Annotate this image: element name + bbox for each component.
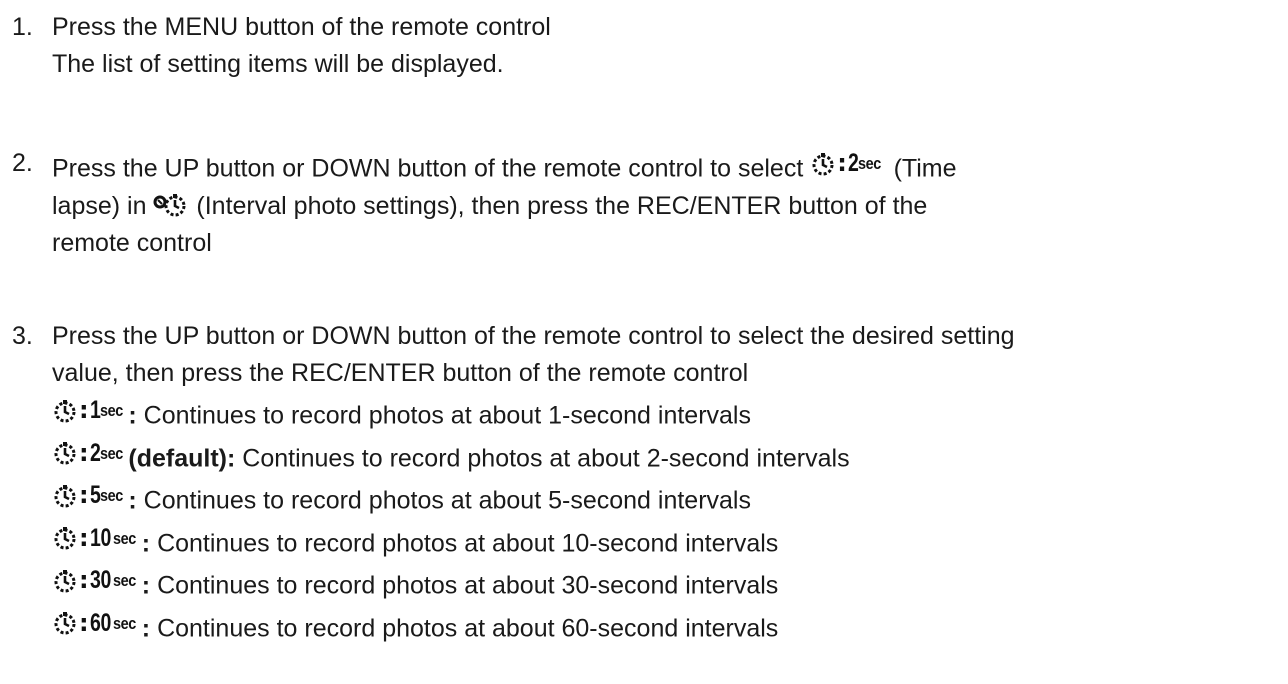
badge-unit: sec [112, 613, 136, 633]
step-instruction-line: Press the UP button or DOWN button of th… [52, 145, 1288, 188]
instruction-text: (Time [893, 154, 957, 183]
step-2: 2. Press the UP button or DOWN button of… [12, 145, 1288, 262]
option-label-suffix: : [141, 529, 151, 557]
option-label-suffix: : [141, 614, 151, 642]
timelapse-5sec-badge: :5 sec [52, 477, 126, 514]
step-3: 3. Press the UP button or DOWN button of… [12, 318, 1288, 647]
timelapse-timer-icon [54, 399, 76, 422]
timelapse-2sec-badge: :2 sec [52, 435, 126, 472]
interval-photo-settings-icon [153, 193, 186, 216]
step-instruction: Press the UP button or DOWN button of th… [52, 322, 1015, 350]
badge-value: 2 [90, 438, 101, 467]
timelapse-10sec-badge: :10 sec [52, 520, 140, 557]
step-instruction: value, then press the REC/ENTER button o… [52, 359, 749, 387]
option-label-suffix: : [141, 571, 151, 600]
instruction-text: (Interval photo settings), then press th… [196, 191, 928, 220]
step-1: 1. Press the MENU button of the remote c… [12, 9, 1288, 83]
option-label-suffix: : [128, 401, 137, 430]
badge-value: 60 [90, 608, 112, 637]
step-body: Press the UP button or DOWN button of th… [52, 145, 1288, 262]
instruction-text: Press the UP button or DOWN button of th… [52, 154, 811, 183]
interval-option-30sec: :30 sec: Continues to record photos at ab… [52, 562, 1288, 605]
timelapse-2sec-badge: : 2 sec [810, 145, 884, 182]
step-instruction-line: remote control [52, 228, 212, 257]
step-number: 3. [12, 322, 33, 350]
badge-unit: sec [112, 571, 136, 590]
option-label-suffix: (default): [128, 444, 236, 472]
timelapse-30sec-badge: :30 sec [52, 562, 140, 599]
step-instruction: Press the MENU button of the remote cont… [52, 13, 551, 41]
interval-options-list: :1 sec: Continues to record photos at abo… [52, 392, 1288, 647]
interval-option-1sec: :1 sec: Continues to record photos at abo… [52, 392, 1288, 435]
timelapse-timer-icon [812, 152, 834, 175]
interval-option-5sec: :5 sec: Continues to record photos at abo… [52, 477, 1288, 520]
timelapse-timer-icon [54, 569, 76, 592]
badge-value: 5 [90, 481, 101, 509]
step-body: Press the MENU button of the remote cont… [52, 9, 1288, 83]
step-body: Press the UP button or DOWN button of th… [52, 318, 1288, 647]
option-description: Continues to record photos at about 5-se… [136, 486, 751, 515]
badge-unit: sec [99, 443, 123, 463]
badge-unit: sec [99, 486, 123, 505]
badge-unit: sec [857, 154, 881, 173]
interval-option-10sec: :10 sec: Continues to record photos at ab… [52, 520, 1288, 563]
timelapse-60sec-badge: :60 sec [52, 605, 140, 642]
step-number: 2. [12, 149, 33, 177]
timelapse-timer-icon [54, 527, 76, 550]
badge-unit: sec [112, 528, 136, 548]
option-description: Continues to record photos at about 30-s… [150, 571, 779, 600]
interval-option-2sec: :2 sec (default): Continues to record phot… [52, 435, 1288, 478]
step-note: The list of setting items will be displa… [52, 50, 504, 78]
timelapse-timer-icon [54, 612, 76, 635]
badge-unit: sec [99, 401, 123, 420]
timelapse-timer-icon [54, 442, 76, 465]
step-instruction-line: lapse) in (Interval photo settings), the… [52, 188, 1288, 225]
badge-value: 10 [90, 523, 112, 552]
option-description: Continues to record photos at about 1-se… [136, 401, 751, 430]
badge-value: 30 [90, 566, 112, 594]
step-number: 1. [12, 13, 33, 41]
option-description: Continues to record photos at about 2-se… [235, 444, 850, 472]
option-description: Continues to record photos at about 10-s… [150, 529, 779, 557]
timelapse-timer-icon [54, 484, 76, 507]
timelapse-1sec-badge: :1 sec [52, 392, 126, 429]
option-label-suffix: : [128, 486, 137, 515]
badge-value: 1 [90, 396, 101, 424]
interval-option-60sec: :60 sec: Continues to record photos at ab… [52, 605, 1288, 648]
option-description: Continues to record photos at about 60-s… [150, 614, 779, 642]
instruction-text: lapse) in [52, 191, 154, 220]
